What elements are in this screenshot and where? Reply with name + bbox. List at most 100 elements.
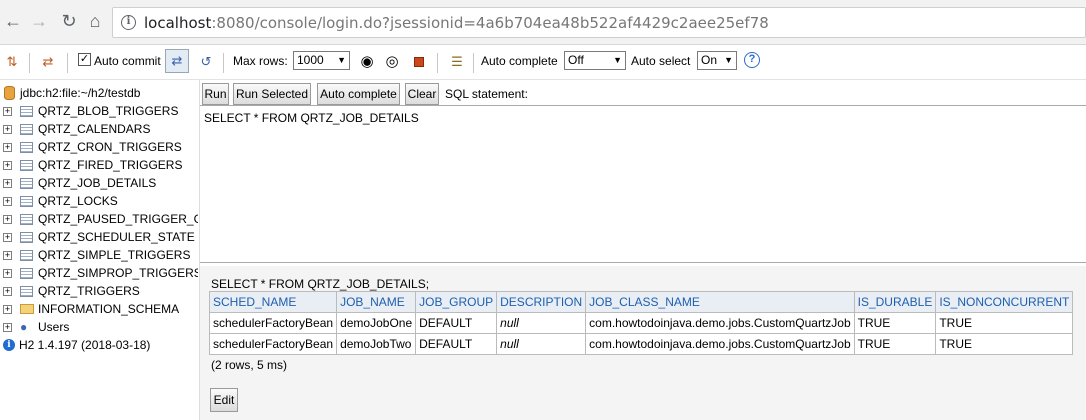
help-icon[interactable]: ?: [744, 52, 760, 68]
disconnect-icon[interactable]: ⇅: [3, 53, 21, 71]
forward-arrow-icon[interactable]: →: [28, 10, 50, 32]
results-panel: SELECT * FROM QRTZ_JOB_DETAILS; SCHED_NA…: [199, 266, 1086, 420]
tree-item-table[interactable]: + QRTZ_LOCKS: [0, 193, 198, 210]
column-header: DESCRIPTION: [496, 291, 587, 313]
auto-select-select[interactable]: On ▼: [697, 51, 737, 70]
tree-item-label: QRTZ_CALENDARS: [38, 122, 151, 136]
table-cell: null: [496, 312, 587, 334]
sql-editor[interactable]: SELECT * FROM QRTZ_JOB_DETAILS: [200, 105, 1086, 263]
tree-item-label: QRTZ_JOB_DETAILS: [38, 176, 157, 190]
rollback-icon[interactable]: ↺: [197, 53, 215, 71]
site-info-icon[interactable]: i: [121, 15, 136, 30]
tree-item-table[interactable]: + QRTZ_PAUSED_TRIGGER_GRPS: [0, 211, 198, 228]
auto-complete-button[interactable]: Auto complete: [317, 83, 400, 105]
tree-item-label: QRTZ_SCHEDULER_STATE: [38, 230, 195, 244]
object-tree: jdbc:h2:file:~/h2/testdb + QRTZ_BLOB_TRIG…: [0, 80, 198, 420]
tree-item-label: QRTZ_PAUSED_TRIGGER_GRPS: [38, 212, 198, 226]
auto-select-label: Auto select: [631, 54, 691, 68]
auto-complete-value: Off: [568, 53, 584, 67]
table-icon: [20, 250, 33, 261]
stop-icon[interactable]: [410, 53, 428, 71]
back-arrow-icon[interactable]: ←: [2, 10, 24, 32]
sql-statement-label: SQL statement:: [445, 87, 528, 101]
expand-icon[interactable]: +: [3, 215, 12, 224]
clear-button[interactable]: Clear: [405, 83, 439, 105]
table-icon: [20, 268, 33, 279]
history-icon[interactable]: ☰: [448, 53, 466, 71]
tree-item-table[interactable]: + QRTZ_JOB_DETAILS: [0, 175, 198, 192]
chevron-down-icon: ▼: [613, 55, 622, 65]
tree-item-label: QRTZ_CRON_TRIGGERS: [38, 140, 182, 154]
table-cell: com.howtodoinjava.demo.jobs.CustomQuartz…: [585, 312, 855, 334]
tree-item-table[interactable]: + QRTZ_CRON_TRIGGERS: [0, 139, 198, 156]
sql-text: SELECT * FROM QRTZ_JOB_DETAILS: [204, 111, 419, 125]
column-header: IS_DURABLE: [853, 291, 937, 313]
table-cell: TRUE: [935, 333, 1074, 355]
tree-item-label: QRTZ_TRIGGERS: [38, 284, 140, 298]
edit-button[interactable]: Edit: [210, 388, 238, 412]
tree-item-table[interactable]: + QRTZ_SCHEDULER_STATE: [0, 229, 198, 246]
home-icon[interactable]: ⌂: [84, 10, 106, 32]
toolbar-divider: [67, 53, 68, 73]
expand-icon[interactable]: +: [3, 269, 12, 278]
tree-item-label: QRTZ_BLOB_TRIGGERS: [38, 104, 179, 118]
row-count: (2 rows, 5 ms): [211, 358, 288, 372]
h2-toolbar: ⇅ ⇄ ✓ Auto commit ⇄ ↺ Max rows: 1000 ▼ ◉ …: [0, 45, 1086, 80]
table-icon: [20, 196, 33, 207]
max-rows-value: 1000: [297, 53, 324, 67]
tree-item-table[interactable]: + QRTZ_TRIGGERS: [0, 283, 198, 300]
max-rows-select[interactable]: 1000 ▼: [293, 51, 350, 70]
tree-item-table[interactable]: + QRTZ_CALENDARS: [0, 121, 198, 138]
table-icon: [20, 178, 33, 189]
tree-connection[interactable]: jdbc:h2:file:~/h2/testdb: [0, 85, 198, 102]
folder-icon: [20, 304, 34, 314]
table-cell: demoJobTwo: [336, 333, 417, 355]
tree-item-table[interactable]: + QRTZ_SIMPROP_TRIGGERS: [0, 265, 198, 282]
tree-item-information-schema[interactable]: + INFORMATION_SCHEMA: [0, 301, 198, 318]
expand-icon[interactable]: +: [3, 143, 12, 152]
tree-item-table[interactable]: + QRTZ_FIRED_TRIGGERS: [0, 157, 198, 174]
column-header: SCHED_NAME: [208, 291, 338, 313]
table-cell: TRUE: [853, 312, 937, 334]
expand-icon[interactable]: +: [3, 323, 12, 332]
table-icon: [20, 160, 33, 171]
run-selected-button[interactable]: Run Selected: [233, 83, 311, 105]
table-row: schedulerFactoryBean demoJobOne DEFAULT nul…: [208, 312, 1074, 334]
toolbar-divider: [223, 53, 224, 73]
refresh-icon[interactable]: ⇄: [39, 53, 57, 71]
reload-icon[interactable]: ↻: [58, 10, 80, 32]
tree-item-table[interactable]: + QRTZ_BLOB_TRIGGERS: [0, 103, 198, 120]
tree-item-users[interactable]: + ● Users: [0, 319, 198, 336]
expand-icon[interactable]: +: [3, 179, 12, 188]
expand-icon[interactable]: +: [3, 107, 12, 116]
expand-icon[interactable]: +: [3, 161, 12, 170]
table-cell: schedulerFactoryBean: [208, 333, 338, 355]
run-button[interactable]: Run: [202, 83, 229, 105]
run-icon[interactable]: ◉: [358, 53, 376, 71]
run-selected-icon[interactable]: ◎: [383, 53, 401, 71]
auto-commit-checkbox[interactable]: ✓: [78, 53, 91, 66]
expand-icon[interactable]: +: [3, 251, 12, 260]
executed-sql: SELECT * FROM QRTZ_JOB_DETAILS;: [211, 277, 430, 291]
expand-icon[interactable]: +: [3, 197, 12, 206]
expand-icon[interactable]: +: [3, 233, 12, 242]
table-cell: DEFAULT: [415, 333, 498, 355]
chevron-down-icon: ▼: [337, 55, 346, 65]
expand-icon[interactable]: +: [3, 287, 12, 296]
connection-url: jdbc:h2:file:~/h2/testdb: [20, 86, 141, 100]
auto-complete-select[interactable]: Off ▼: [564, 51, 626, 70]
table-cell: TRUE: [853, 333, 937, 355]
commit-mode-toggle[interactable]: ⇄: [165, 49, 189, 73]
expand-icon[interactable]: +: [3, 305, 12, 314]
url-path: :8080/console/login.do?jsessionid=4a6b70…: [211, 14, 769, 32]
table-cell: null: [496, 333, 587, 355]
address-bar[interactable]: i localhost:8080/console/login.do?jsessi…: [112, 7, 1086, 38]
users-icon: ●: [20, 320, 28, 334]
tree-item-version: i H2 1.4.197 (2018-03-18): [0, 337, 198, 354]
toolbar-divider: [29, 53, 30, 73]
expand-icon[interactable]: +: [3, 125, 12, 134]
url-text: localhost:8080/console/login.do?jsession…: [144, 14, 769, 32]
tree-item-table[interactable]: + QRTZ_SIMPLE_TRIGGERS: [0, 247, 198, 264]
table-cell: DEFAULT: [415, 312, 498, 334]
table-icon: [20, 214, 33, 225]
